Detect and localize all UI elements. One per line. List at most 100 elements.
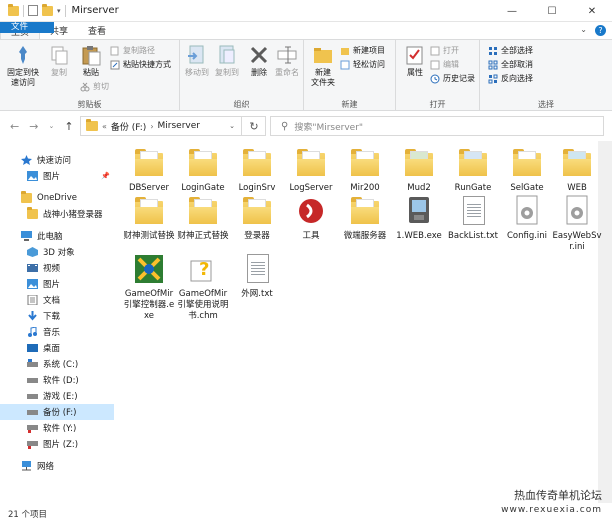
- new-group: 新建 文件夹 新建项目 轻松访问 新建: [304, 40, 396, 112]
- help-icon[interactable]: ?: [595, 25, 606, 36]
- up-arrow-icon[interactable]: ↑: [64, 120, 73, 133]
- video-icon: [27, 263, 38, 273]
- file-item[interactable]: 微端服务器: [338, 195, 392, 242]
- copy-button[interactable]: 复制: [42, 44, 76, 78]
- nav-drive-d[interactable]: 软件 (D:): [0, 372, 114, 388]
- properties-button[interactable]: 属性: [398, 44, 432, 78]
- folder-icon: [403, 147, 435, 179]
- file-item[interactable]: WEB: [550, 147, 604, 194]
- drive-icon: [27, 359, 38, 369]
- close-button[interactable]: ✕: [572, 0, 612, 22]
- file-item[interactable]: 登录器: [230, 195, 284, 242]
- file-item[interactable]: LoginGate: [176, 147, 230, 194]
- maximize-button[interactable]: ☐: [532, 0, 572, 22]
- copy-path-button[interactable]: 复制路径: [110, 44, 155, 57]
- back-arrow-icon[interactable]: ←: [10, 120, 19, 133]
- edit-button[interactable]: 编辑: [430, 58, 459, 71]
- file-item[interactable]: 财神正式替换: [176, 195, 230, 242]
- nav-network[interactable]: 网络: [0, 458, 114, 474]
- nav-drive-f[interactable]: 备份 (F:): [0, 404, 114, 420]
- new-folder-button[interactable]: 新建 文件夹: [306, 44, 340, 88]
- text-file-icon: [241, 253, 273, 285]
- open-button[interactable]: 打开: [430, 44, 459, 57]
- ribbon-tabs: 文件 主页 共享 查看 ⌄ ?: [0, 22, 612, 39]
- nav-drive-c[interactable]: 系统 (C:): [0, 356, 114, 372]
- search-input[interactable]: ⚲ 搜索"Mirserver": [270, 116, 604, 136]
- copy-to-button[interactable]: 复制到: [210, 44, 244, 78]
- invert-selection-button[interactable]: 反向选择: [488, 72, 533, 85]
- nav-desktop[interactable]: 桌面: [0, 340, 114, 356]
- file-item[interactable]: EasyWebSvr.ini: [550, 195, 604, 253]
- breadcrumb-folder[interactable]: Mirserver: [158, 121, 200, 131]
- minimize-button[interactable]: —: [492, 0, 532, 22]
- properties-icon[interactable]: [28, 5, 38, 16]
- folder-icon: [133, 195, 165, 227]
- nav-drive-y[interactable]: 软件 (Y:): [0, 420, 114, 436]
- nav-quick-access[interactable]: 快速访问: [0, 152, 114, 168]
- pin-icon[interactable]: 📌: [101, 172, 110, 180]
- file-item[interactable]: RunGate: [446, 147, 500, 194]
- nav-3d-objects[interactable]: 3D 对象: [0, 244, 114, 260]
- easy-access-button[interactable]: 轻松访问: [340, 58, 385, 71]
- rename-button[interactable]: 重命名: [270, 44, 304, 78]
- chevron-down-icon[interactable]: ▾: [57, 7, 61, 15]
- refresh-button[interactable]: ↻: [241, 116, 266, 136]
- move-to-button[interactable]: 移动到: [180, 44, 214, 78]
- chevron-right-icon[interactable]: ›: [150, 122, 153, 131]
- nav-documents[interactable]: 文档: [0, 292, 114, 308]
- nav-videos[interactable]: 视频: [0, 260, 114, 276]
- onedrive-folder-icon: [21, 191, 32, 203]
- tab-file[interactable]: 文件: [0, 22, 54, 33]
- file-item[interactable]: Config.ini: [500, 195, 554, 242]
- nav-music[interactable]: 音乐: [0, 324, 114, 340]
- select-all-button[interactable]: 全部选择: [488, 44, 533, 57]
- nav-folder[interactable]: 战神小猪登录器: [0, 206, 114, 222]
- file-item[interactable]: GameOfMir引擎控制器.exe: [122, 253, 176, 322]
- network-drive-icon: [27, 439, 38, 449]
- nav-downloads[interactable]: 下载: [0, 308, 114, 324]
- paste-shortcut-icon: [110, 60, 120, 70]
- new-folder-icon[interactable]: [42, 3, 53, 16]
- open-icon: [430, 46, 440, 56]
- file-item[interactable]: Mir200: [338, 147, 392, 194]
- file-item[interactable]: DBServer: [122, 147, 176, 194]
- file-item[interactable]: Mud2: [392, 147, 446, 194]
- nav-drive-z[interactable]: 图片 (Z:): [0, 436, 114, 452]
- file-item[interactable]: LogServer: [284, 147, 338, 194]
- group-label: 新建: [341, 100, 358, 109]
- file-item[interactable]: 1.WEB.exe: [392, 195, 446, 242]
- chevron-down-icon[interactable]: ⌄: [229, 122, 235, 130]
- nav-this-pc[interactable]: 此电脑: [0, 228, 114, 244]
- select-none-button[interactable]: 全部取消: [488, 58, 533, 71]
- file-item[interactable]: 工具: [284, 195, 338, 242]
- paste-button[interactable]: 粘贴: [74, 44, 108, 78]
- pin-to-quick-access-button[interactable]: 固定到快 速访问: [6, 44, 40, 88]
- file-item[interactable]: ? GameOfMir引擎使用说明书.chm: [176, 253, 230, 322]
- group-label: 选择: [538, 100, 554, 109]
- overflow-chevron[interactable]: «: [102, 122, 107, 131]
- chevron-down-icon[interactable]: ⌄: [580, 25, 587, 36]
- tab-view[interactable]: 查看: [78, 22, 116, 39]
- forward-arrow-icon[interactable]: →: [29, 120, 38, 133]
- folder-icon: [241, 195, 273, 227]
- address-bar[interactable]: « 备份 (F:) › Mirserver ⌄: [80, 116, 266, 136]
- new-item-button[interactable]: 新建项目: [340, 44, 385, 57]
- history-button[interactable]: 历史记录: [430, 72, 475, 85]
- file-item[interactable]: BackList.txt: [446, 195, 500, 242]
- breadcrumb-drive[interactable]: 备份 (F:): [111, 120, 146, 133]
- star-icon: [21, 155, 32, 165]
- file-item[interactable]: SelGate: [500, 147, 554, 194]
- pictures-icon: [27, 171, 38, 181]
- drive-icon: [27, 391, 38, 401]
- nav-onedrive[interactable]: OneDrive: [0, 190, 114, 206]
- nav-pictures-pinned[interactable]: 图片 📌: [0, 168, 114, 184]
- file-item[interactable]: 外网.txt: [230, 253, 284, 300]
- file-item[interactable]: LoginSrv: [230, 147, 284, 194]
- exe-icon: [403, 195, 435, 227]
- cut-button[interactable]: 剪切: [80, 80, 109, 93]
- file-item[interactable]: 财神测试替换: [122, 195, 176, 242]
- nav-pictures[interactable]: 图片: [0, 276, 114, 292]
- chevron-down-icon[interactable]: ⌄: [48, 122, 54, 133]
- paste-shortcut-button[interactable]: 粘贴快捷方式: [110, 58, 171, 71]
- nav-drive-e[interactable]: 游戏 (E:): [0, 388, 114, 404]
